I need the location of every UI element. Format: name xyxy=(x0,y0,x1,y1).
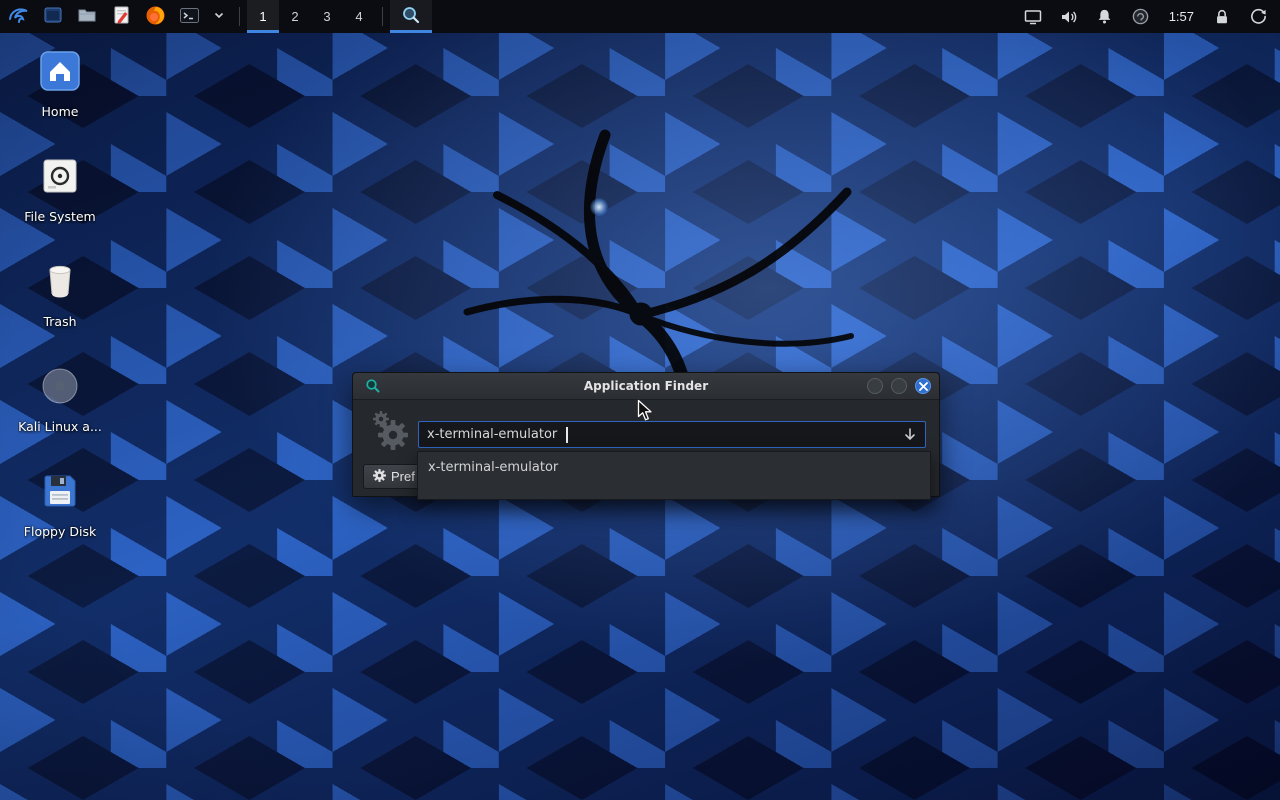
clock[interactable]: 1:57 xyxy=(1161,0,1202,33)
chevron-down-icon xyxy=(212,8,226,25)
workspace-label: 3 xyxy=(323,9,330,24)
text-caret xyxy=(566,427,568,443)
kali-logo-icon xyxy=(7,3,31,30)
panel-separator xyxy=(239,7,240,26)
workspace-label: 4 xyxy=(355,9,362,24)
applications-menu-button[interactable] xyxy=(2,0,36,33)
lock-icon[interactable] xyxy=(1206,0,1238,33)
launcher-firefox[interactable] xyxy=(138,0,172,33)
system-tray: 1:57 xyxy=(1017,0,1280,33)
desktop-icon-kali-linux[interactable]: Kali Linux a... xyxy=(10,363,110,434)
desktop-icon-list: Home File System Trash Kali Linux a... F… xyxy=(10,48,110,539)
desktop-icon-label: Kali Linux a... xyxy=(18,419,102,434)
minimize-button[interactable] xyxy=(867,378,883,394)
clock-text: 1:57 xyxy=(1169,9,1194,24)
floppy-disk-icon xyxy=(37,468,83,518)
magnifier-icon xyxy=(401,5,421,28)
trash-icon xyxy=(37,258,83,308)
wallpaper-glow xyxy=(590,198,608,216)
launcher-terminal-dropdown[interactable] xyxy=(206,0,232,33)
desktop-icon-floppy-disk[interactable]: Floppy Disk xyxy=(10,468,110,539)
text-editor-icon xyxy=(111,5,131,28)
desktop-icon-label: Trash xyxy=(43,314,76,329)
session-logout-icon[interactable] xyxy=(1242,0,1274,33)
folder-icon xyxy=(77,5,97,28)
launcher-file-manager[interactable] xyxy=(36,0,70,33)
notifications-bell-icon[interactable] xyxy=(1089,0,1121,33)
desktop-icon-label: Floppy Disk xyxy=(24,524,96,539)
workspace-button-3[interactable]: 3 xyxy=(311,0,343,33)
firefox-icon xyxy=(145,5,166,29)
maximize-button[interactable] xyxy=(891,378,907,394)
desktop-icon-label: File System xyxy=(24,209,96,224)
window-icon xyxy=(43,5,63,28)
preferences-label: Pref xyxy=(391,469,415,484)
window-title: Application Finder xyxy=(353,379,939,393)
close-button[interactable] xyxy=(915,378,931,394)
panel-separator xyxy=(382,7,383,26)
workspace-button-4[interactable]: 4 xyxy=(343,0,375,33)
desktop-icon-home[interactable]: Home xyxy=(10,48,110,119)
window-controls xyxy=(867,378,931,394)
completion-item[interactable]: x-terminal-emulator xyxy=(418,452,930,481)
disc-icon xyxy=(37,363,83,413)
panel-launchers: 1 2 3 4 xyxy=(0,0,432,33)
workspace-button-1[interactable]: 1 xyxy=(247,0,279,33)
panel-spacer xyxy=(432,0,1017,33)
desktop-icon-trash[interactable]: Trash xyxy=(10,258,110,329)
workspace-label: 2 xyxy=(291,9,298,24)
display-icon[interactable] xyxy=(1017,0,1049,33)
completion-dropdown: x-terminal-emulator xyxy=(417,451,931,500)
desktop-root: { "panel": { "clock": "1:57", "workspace… xyxy=(0,0,1280,800)
desktop-icon-file-system[interactable]: File System xyxy=(10,153,110,224)
terminal-icon xyxy=(179,5,200,29)
launcher-files[interactable] xyxy=(70,0,104,33)
close-icon xyxy=(919,382,928,391)
file-system-icon xyxy=(37,153,83,203)
workspace-button-2[interactable]: 2 xyxy=(279,0,311,33)
sync-status-icon[interactable] xyxy=(1125,0,1157,33)
search-input-text: x-terminal-emulator xyxy=(427,427,557,442)
gears-icon xyxy=(369,409,409,455)
search-input[interactable]: x-terminal-emulator xyxy=(418,421,926,448)
dropdown-arrow-icon[interactable] xyxy=(903,427,917,443)
titlebar[interactable]: Application Finder xyxy=(353,373,939,400)
volume-icon[interactable] xyxy=(1053,0,1085,33)
taskbar-application-finder[interactable] xyxy=(390,0,432,33)
gear-icon xyxy=(373,469,386,485)
workspace-label: 1 xyxy=(259,9,266,24)
home-icon xyxy=(37,48,83,98)
desktop-icon-label: Home xyxy=(42,104,79,119)
launcher-terminal[interactable] xyxy=(172,0,206,33)
launcher-text-editor[interactable] xyxy=(104,0,138,33)
top-panel: 1 2 3 4 1:57 xyxy=(0,0,1280,33)
